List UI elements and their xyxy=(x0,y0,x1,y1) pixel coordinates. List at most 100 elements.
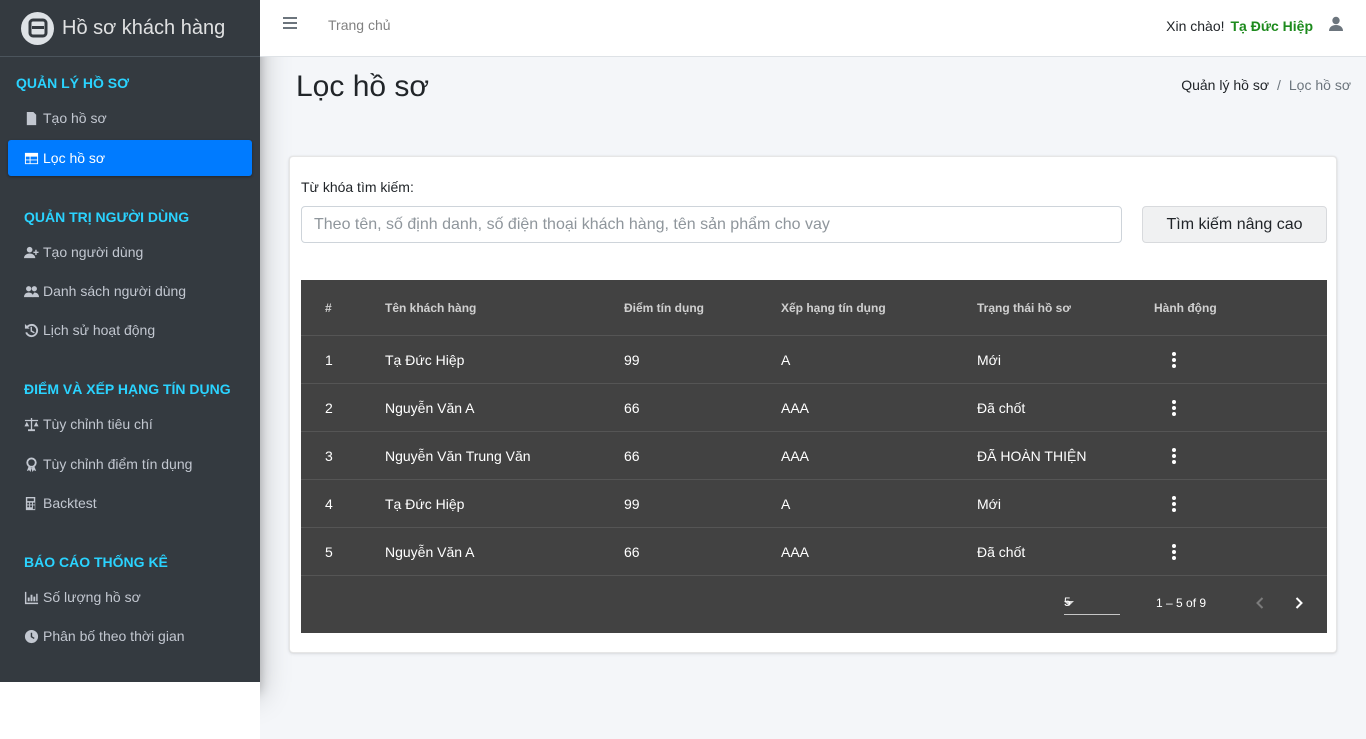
customer-name: Tạ Đức Hiệp xyxy=(385,495,465,512)
chart-bar-icon xyxy=(23,589,39,605)
sidebar-item-backtest[interactable]: Backtest xyxy=(8,485,252,521)
more-actions-icon[interactable] xyxy=(1169,543,1179,561)
top-navbar: Trang chủ Xin chào! Tạ Đức Hiệp xyxy=(260,0,1366,57)
customer-name: Nguyễn Văn A xyxy=(385,399,475,416)
profiles-table: # Tên khách hàng Điểm tín dụng Xếp hạng … xyxy=(301,280,1327,633)
sidebar-item-filter-profile[interactable]: Lọc hồ sơ xyxy=(8,140,252,176)
credit-rating: A xyxy=(781,351,791,368)
table-row[interactable]: 4 Tạ Đức Hiệp 99 A Mới xyxy=(301,480,1327,528)
user-greeting: Xin chào! Tạ Đức Hiệp xyxy=(1166,18,1313,34)
menu-toggle-icon[interactable] xyxy=(283,17,297,31)
sidebar-item-custom-credit-score[interactable]: Tùy chỉnh điểm tín dụng xyxy=(8,446,252,482)
column-header-credit-score[interactable]: Điểm tín dụng xyxy=(624,301,704,315)
sidebar-item-create-profile[interactable]: Tạo hồ sơ xyxy=(8,100,252,136)
credit-rating: AAA xyxy=(781,543,810,560)
breadcrumb-separator: / xyxy=(1277,77,1281,93)
column-header-actions: Hành động xyxy=(1154,300,1217,315)
column-header-profile-status[interactable]: Trạng thái hồ sơ xyxy=(977,301,1071,315)
more-actions-icon[interactable] xyxy=(1169,399,1179,417)
profile-status: ĐÃ HOÀN THIỆN xyxy=(977,447,1087,464)
profile-status: Mới xyxy=(977,495,1001,512)
column-header-credit-rating[interactable]: Xếp hạng tín dụng xyxy=(781,301,886,315)
credit-score: 66 xyxy=(624,543,640,560)
page-title: Lọc hồ sơ xyxy=(296,70,430,103)
sidebar-item-label: Lịch sử hoạt động xyxy=(43,322,156,338)
previous-page-icon[interactable] xyxy=(1250,593,1270,613)
sidebar: Hồ sơ khách hàng QUẢN LÝ HỒ SƠ Tạo hồ sơ… xyxy=(0,0,260,682)
next-page-icon[interactable] xyxy=(1289,593,1309,613)
customer-name: Tạ Đức Hiệp xyxy=(385,351,465,368)
users-icon xyxy=(23,283,39,299)
sidebar-item-distribution-by-time[interactable]: Phân bố theo thời gian xyxy=(8,618,252,654)
row-index: 3 xyxy=(325,447,333,464)
profile-status: Mới xyxy=(977,351,1001,368)
profile-status: Đã chốt xyxy=(977,399,1026,416)
sidebar-item-create-user[interactable]: Tạo người dùng xyxy=(8,234,252,270)
row-index: 1 xyxy=(325,351,333,368)
sidebar-item-label: Lọc hồ sơ xyxy=(43,150,106,166)
brand-logo xyxy=(21,11,54,45)
sidebar-item-custom-criteria[interactable]: Tùy chỉnh tiêu chí xyxy=(8,406,252,442)
more-actions-icon[interactable] xyxy=(1169,351,1179,369)
sidebar-item-label: Danh sách người dùng xyxy=(43,283,187,299)
clock-icon xyxy=(23,628,39,644)
profile-status: Đã chốt xyxy=(977,543,1026,560)
more-actions-icon[interactable] xyxy=(1169,447,1179,465)
credit-rating: A xyxy=(781,495,791,512)
row-index: 4 xyxy=(325,495,333,512)
page-range-label: 1 – 5 of 9 xyxy=(1156,596,1207,610)
credit-score: 66 xyxy=(624,399,640,416)
credit-score: 99 xyxy=(624,495,640,512)
breadcrumb-current: Lọc hồ sơ xyxy=(1288,77,1351,93)
credit-score: 66 xyxy=(624,447,640,464)
credit-rating: AAA xyxy=(781,447,810,464)
chevron-down-icon xyxy=(1064,601,1074,606)
user-icon[interactable] xyxy=(1329,16,1343,32)
credit-rating: AAA xyxy=(781,399,810,416)
sidebar-footer-area xyxy=(0,682,260,739)
sidebar-item-label: Số lượng hồ sơ xyxy=(43,589,141,605)
table-row[interactable]: 5 Nguyễn Văn A 66 AAA Đã chốt xyxy=(301,528,1327,576)
sidebar-item-label: Tùy chỉnh tiêu chí xyxy=(43,416,153,432)
sidebar-item-label: Tạo người dùng xyxy=(43,244,144,260)
table-icon xyxy=(23,150,39,166)
page-size-select[interactable]: 5 xyxy=(1064,595,1120,615)
filter-card: Từ khóa tìm kiếm: Tìm kiếm nâng cao # Tê… xyxy=(289,156,1337,653)
greeting-text: Xin chào! xyxy=(1166,18,1225,34)
table-paginator: 5 1 – 5 of 9 xyxy=(301,577,1327,633)
file-icon xyxy=(23,110,39,126)
brand-title: Hồ sơ khách hàng xyxy=(62,16,226,39)
username-link[interactable]: Tạ Đức Hiệp xyxy=(1231,18,1314,34)
history-icon xyxy=(23,322,39,338)
table-row[interactable]: 3 Nguyễn Văn Trung Văn 66 AAA ĐÃ HOÀN TH… xyxy=(301,432,1327,480)
sidebar-item-label: Tùy chỉnh điểm tín dụng xyxy=(43,456,193,472)
sidebar-item-profile-count[interactable]: Số lượng hồ sơ xyxy=(8,579,252,615)
award-icon xyxy=(23,456,39,472)
nav-home-link[interactable]: Trang chủ xyxy=(328,17,391,33)
sidebar-item-activity-history[interactable]: Lịch sử hoạt động xyxy=(8,312,252,348)
customer-name: Nguyễn Văn Trung Văn xyxy=(385,447,531,464)
more-actions-icon[interactable] xyxy=(1169,495,1179,513)
nav-header-user-admin: QUẢN TRỊ NGƯỜI DÙNG xyxy=(24,209,190,225)
brand-link[interactable]: Hồ sơ khách hàng xyxy=(0,0,260,57)
row-index: 2 xyxy=(325,399,333,416)
column-header-customer-name[interactable]: Tên khách hàng xyxy=(385,301,476,315)
calculator-icon xyxy=(23,495,39,511)
column-header-index[interactable]: # xyxy=(325,301,332,315)
sidebar-item-label: Tạo hồ sơ xyxy=(43,110,107,126)
table-row[interactable]: 1 Tạ Đức Hiệp 99 A Mới xyxy=(301,336,1327,384)
breadcrumb: Quản lý hồ sơ / Lọc hồ sơ xyxy=(1181,77,1351,93)
user-plus-icon xyxy=(23,244,39,260)
sidebar-item-label: Phân bố theo thời gian xyxy=(43,628,185,644)
advanced-search-button[interactable]: Tìm kiếm nâng cao xyxy=(1142,206,1327,243)
sidebar-item-user-list[interactable]: Danh sách người dùng xyxy=(8,273,252,309)
table-row[interactable]: 2 Nguyễn Văn A 66 AAA Đã chốt xyxy=(301,384,1327,432)
nav-header-reports: BÁO CÁO THỐNG KÊ xyxy=(24,554,168,570)
credit-score: 99 xyxy=(624,351,640,368)
search-label: Từ khóa tìm kiếm: xyxy=(301,179,414,195)
search-input[interactable] xyxy=(301,206,1122,243)
sidebar-item-label: Backtest xyxy=(43,495,97,511)
breadcrumb-item-profile-management[interactable]: Quản lý hồ sơ xyxy=(1181,77,1269,93)
row-index: 5 xyxy=(325,543,333,560)
customer-name: Nguyễn Văn A xyxy=(385,543,475,560)
